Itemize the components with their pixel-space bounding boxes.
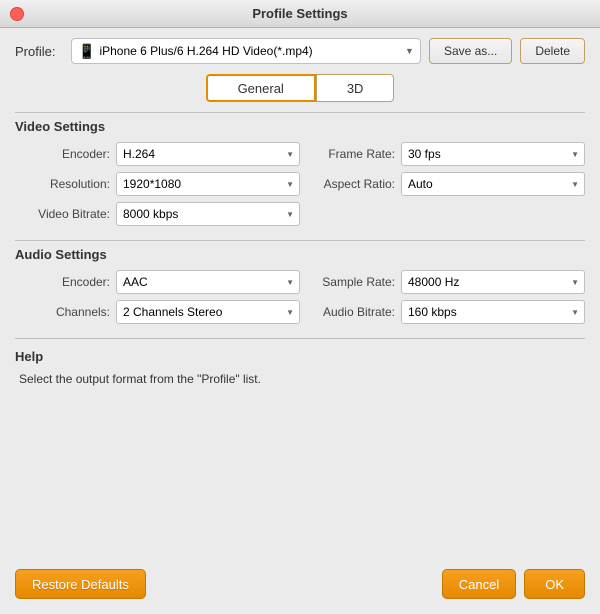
framerate-row: Frame Rate: 30 fps [310,142,585,166]
video-bitrate-select[interactable]: 8000 kbps [116,202,300,226]
resolution-row: Resolution: 1920*1080 [25,172,300,196]
footer-right: Cancel OK [442,569,585,599]
profile-row: Profile: 📱 iPhone 6 Plus/6 H.264 HD Vide… [15,38,585,64]
audio-settings-title: Audio Settings [15,247,585,262]
sample-rate-value: 48000 Hz [408,275,459,289]
help-text: Select the output format from the "Profi… [15,372,585,386]
sample-rate-label: Sample Rate: [310,275,395,289]
aspect-ratio-value: Auto [408,177,433,191]
encoder-select[interactable]: H.264 [116,142,300,166]
help-section: Help Select the output format from the "… [15,349,585,386]
video-bitrate-value: 8000 kbps [123,207,178,221]
tab-general[interactable]: General [206,74,316,102]
window-title: Profile Settings [252,6,347,21]
title-bar: Profile Settings [0,0,600,28]
audio-encoder-label: Encoder: [25,275,110,289]
cancel-button[interactable]: Cancel [442,569,516,599]
audio-bitrate-value: 160 kbps [408,305,457,319]
video-settings-section: Video Settings Encoder: H.264 Frame Rate… [15,119,585,226]
phone-icon: 📱 [78,43,95,60]
encoder-row: Encoder: H.264 [25,142,300,166]
profile-select[interactable]: 📱 iPhone 6 Plus/6 H.264 HD Video(*.mp4) [71,38,421,64]
channels-row: Channels: 2 Channels Stereo [25,300,300,324]
footer: Restore Defaults Cancel OK [15,559,585,599]
save-as-button[interactable]: Save as... [429,38,512,64]
audio-bitrate-row: Audio Bitrate: 160 kbps [310,300,585,324]
resolution-label: Resolution: [25,177,110,191]
framerate-select[interactable]: 30 fps [401,142,585,166]
video-bitrate-label: Video Bitrate: [25,207,110,221]
close-button[interactable] [10,7,24,21]
channels-value: 2 Channels Stereo [123,305,222,319]
audio-encoder-row: Encoder: AAC [25,270,300,294]
resolution-select[interactable]: 1920*1080 [116,172,300,196]
ok-button[interactable]: OK [524,569,585,599]
divider-audio [15,240,585,241]
delete-button[interactable]: Delete [520,38,585,64]
video-settings-title: Video Settings [15,119,585,134]
encoder-value: H.264 [123,147,155,161]
audio-encoder-value: AAC [123,275,148,289]
audio-encoder-select[interactable]: AAC [116,270,300,294]
divider-top [15,112,585,113]
help-title: Help [15,349,585,364]
audio-bitrate-label: Audio Bitrate: [310,305,395,319]
profile-value: iPhone 6 Plus/6 H.264 HD Video(*.mp4) [99,44,312,58]
tab-3d[interactable]: 3D [316,74,395,102]
audio-settings-section: Audio Settings Encoder: AAC Sample Rate:… [15,247,585,324]
main-content: Profile: 📱 iPhone 6 Plus/6 H.264 HD Vide… [0,28,600,614]
framerate-value: 30 fps [408,147,441,161]
aspect-ratio-row: Aspect Ratio: Auto [310,172,585,196]
tabs-row: General 3D [15,74,585,102]
aspect-ratio-select[interactable]: Auto [401,172,585,196]
sample-rate-select[interactable]: 48000 Hz [401,270,585,294]
aspect-ratio-label: Aspect Ratio: [310,177,395,191]
encoder-label: Encoder: [25,147,110,161]
audio-bitrate-select[interactable]: 160 kbps [401,300,585,324]
framerate-label: Frame Rate: [310,147,395,161]
channels-select[interactable]: 2 Channels Stereo [116,300,300,324]
restore-defaults-button[interactable]: Restore Defaults [15,569,146,599]
video-bitrate-row: Video Bitrate: 8000 kbps [25,202,300,226]
divider-help [15,338,585,339]
channels-label: Channels: [25,305,110,319]
profile-label: Profile: [15,44,63,59]
resolution-value: 1920*1080 [123,177,181,191]
sample-rate-row: Sample Rate: 48000 Hz [310,270,585,294]
